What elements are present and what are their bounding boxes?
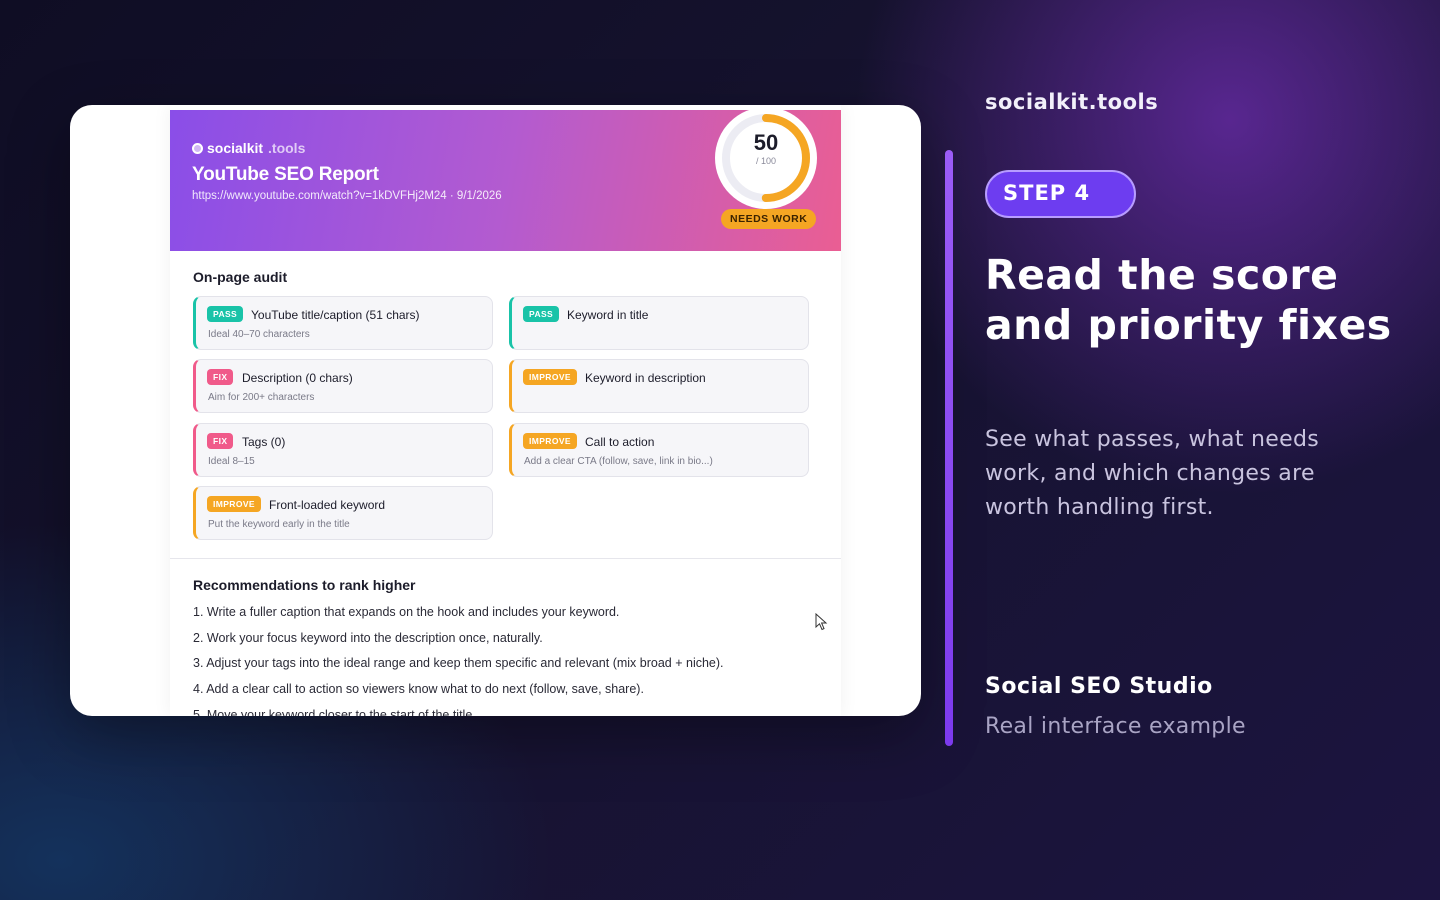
audit-item-description: FIX Description (0 chars) Aim for 200+ c… [193,359,493,413]
audit-item-title: YouTube title/caption (51 chars) [251,308,420,322]
mouse-cursor-icon [815,613,828,631]
status-badge: NEEDS WORK [721,209,817,229]
headline: Read the score and priority fixes [985,251,1392,349]
recommendations-list: 1. Write a fuller caption that expands o… [193,605,833,716]
logo-icon [192,142,203,154]
step-badge: STEP 4 [985,170,1136,218]
recommendation-item: 5. Move your keyword closer to the start… [193,707,476,716]
audit-item-keyword-title: PASS Keyword in title [509,296,809,350]
recommendations-title: Recommendations to rank higher [193,577,416,593]
improve-badge: IMPROVE [523,369,578,385]
audit-item-title: Call to action [585,435,655,449]
product-caption: Real interface example [985,714,1246,739]
seo-report: socialkit .tools YouTube SEO Report http… [170,105,841,716]
improve-badge: IMPROVE [523,433,578,449]
audit-item-title: Keyword in title [567,308,649,322]
score-gauge: 50 / 100 [714,106,818,210]
report-header: socialkit .tools YouTube SEO Report http… [170,107,841,251]
recommendation-item: 1. Write a fuller caption that expands o… [193,605,620,619]
screenshot-card: socialkit .tools YouTube SEO Report http… [70,105,921,716]
audit-item-hint: Ideal 40–70 characters [208,329,310,340]
pass-badge: PASS [207,306,244,322]
report-title: YouTube SEO Report [192,164,379,185]
site-name: socialkit.tools [985,90,1159,114]
audit-section-title: On-page audit [193,269,288,285]
score-max: / 100 [755,156,777,166]
section-divider [170,558,841,559]
audit-item-call-to-action: IMPROVE Call to action Add a clear CTA (… [509,423,809,477]
score-value: 50 [753,130,779,155]
brand-name: socialkit [207,140,264,156]
description: See what passes, what needs work, and wh… [985,427,1319,520]
audit-item-title: Description (0 chars) [242,371,353,385]
audit-item-title: Front-loaded keyword [269,498,386,512]
report-url-date: https://www.youtube.com/watch?v=1kDVFHj2… [192,190,502,202]
fix-badge: FIX [207,433,234,449]
audit-item-hint: Add a clear CTA (follow, save, link in b… [524,456,713,467]
recommendation-item: 4. Add a clear call to action so viewers… [193,682,644,697]
audit-item-hint: Put the keyword early in the title [208,519,350,530]
audit-item-title-length: PASS YouTube title/caption (51 chars) Id… [193,296,493,350]
audit-item-front-loaded-keyword: IMPROVE Front-loaded keyword Put the key… [193,486,493,540]
audit-item-hint: Ideal 8–15 [208,456,255,467]
audit-item-hint: Aim for 200+ characters [208,392,315,403]
audit-item-title: Keyword in description [585,371,706,385]
fix-badge: FIX [207,369,234,385]
pass-badge: PASS [523,306,560,322]
audit-item-tags: FIX Tags (0) Ideal 8–15 [193,423,493,477]
brand-logo: socialkit .tools [192,140,305,156]
improve-badge: IMPROVE [207,496,262,512]
product-name: Social SEO Studio [985,674,1213,699]
recommendation-item: 2. Work your focus keyword into the desc… [193,630,543,645]
accent-bar [945,150,953,746]
recommendation-item: 3. Adjust your tags into the ideal range… [193,656,724,671]
audit-item-title: Tags (0) [242,435,286,449]
audit-item-keyword-description: IMPROVE Keyword in description [509,359,809,413]
brand-tld: .tools [268,140,306,156]
